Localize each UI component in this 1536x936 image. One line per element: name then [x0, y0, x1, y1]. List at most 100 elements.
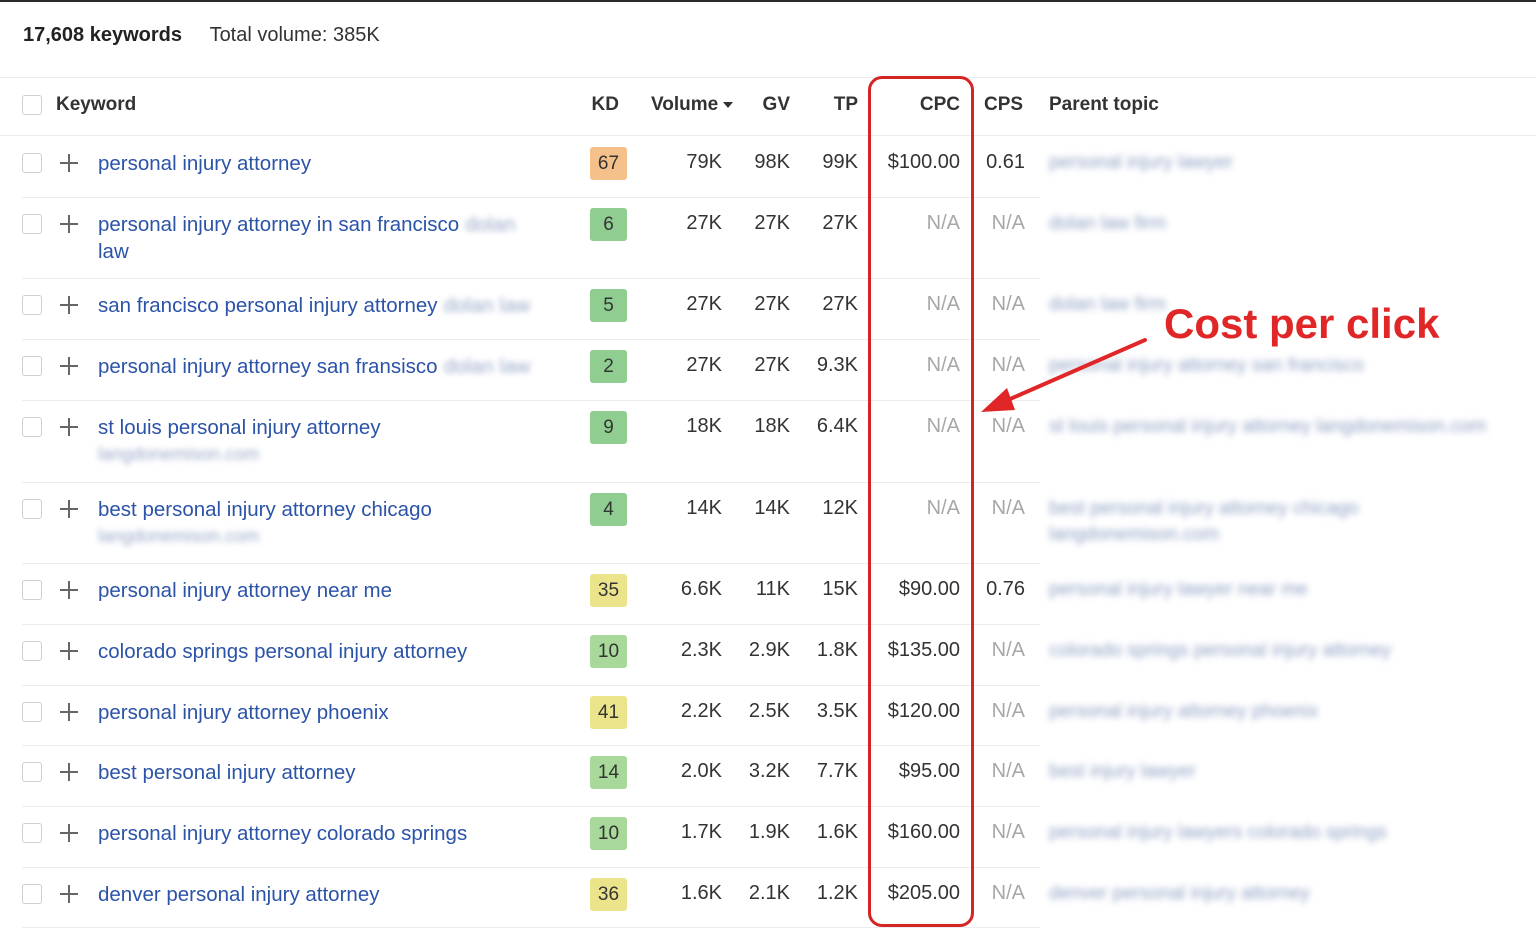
- keyword-text[interactable]: personal injury attorney in san francisc…: [98, 213, 459, 236]
- keyword-link[interactable]: colorado springs personal injury attorne…: [98, 638, 548, 665]
- tp-value: 9.3K: [816, 354, 858, 376]
- row-checkbox[interactable]: [22, 214, 42, 234]
- keyword-text[interactable]: best personal injury attorney chicago: [98, 498, 432, 521]
- parent-topic-link[interactable]: personal injury lawyer near me: [1049, 577, 1519, 603]
- volume-value: 27K: [686, 354, 722, 376]
- annotation-arrow-icon: [981, 338, 1147, 412]
- parent-topic-link[interactable]: personal injury attorney phoenix: [1049, 699, 1519, 725]
- keyword-link[interactable]: best personal injury attorney: [98, 759, 548, 786]
- top-border: [0, 0, 1536, 2]
- add-keyword-icon[interactable]: [59, 499, 79, 519]
- keyword-count: 17,608 keywords: [23, 24, 182, 46]
- cps-value: 0.61: [986, 151, 1025, 173]
- row-checkbox[interactable]: [22, 580, 42, 600]
- results-summary: 17,608 keywords Total volume: 385K: [23, 24, 380, 47]
- kd-badge: 35: [590, 574, 627, 607]
- keyword-text[interactable]: san francisco personal injury attorney: [98, 294, 438, 317]
- gv-value: 27K: [754, 293, 790, 315]
- keyword-text[interactable]: personal injury attorney phoenix: [98, 701, 389, 724]
- add-keyword-icon[interactable]: [59, 356, 79, 376]
- parent-topic-link[interactable]: personal injury lawyer: [1049, 150, 1519, 176]
- keyword-link[interactable]: personal injury attorney san fransisco do…: [98, 353, 548, 380]
- keyword-link[interactable]: denver personal injury attorney: [98, 881, 548, 908]
- keyword-link[interactable]: personal injury attorney near me: [98, 577, 548, 604]
- parent-topic-link[interactable]: colorado springs personal injury attorne…: [1049, 638, 1519, 664]
- volume-value: 2.0K: [680, 760, 722, 782]
- gv-value: 27K: [754, 212, 790, 234]
- parent-topic-link[interactable]: dolan law firm: [1049, 211, 1519, 237]
- total-volume: Total volume: 385K: [209, 24, 380, 46]
- tp-value: 1.2K: [816, 882, 858, 904]
- column-header-tp[interactable]: TP: [808, 94, 858, 116]
- gv-value: 98K: [754, 151, 790, 173]
- row-checkbox[interactable]: [22, 762, 42, 782]
- column-header-kd[interactable]: KD: [574, 94, 619, 116]
- add-keyword-icon[interactable]: [59, 417, 79, 437]
- volume-value: 27K: [686, 293, 722, 315]
- keyword-link[interactable]: personal injury attorney in san francisc…: [98, 211, 548, 265]
- add-keyword-icon[interactable]: [59, 823, 79, 843]
- keyword-text[interactable]: personal injury attorney san fransisco: [98, 355, 438, 378]
- row-divider: [22, 927, 1040, 928]
- select-all-checkbox[interactable]: [22, 95, 42, 115]
- cps-value: N/A: [991, 497, 1025, 519]
- keyword-link[interactable]: personal injury attorney colorado spring…: [98, 820, 548, 847]
- column-header-volume[interactable]: Volume: [651, 94, 734, 116]
- add-keyword-icon[interactable]: [59, 295, 79, 315]
- kd-badge: 36: [590, 878, 627, 911]
- keyword-link[interactable]: personal injury attorney phoenix: [98, 699, 548, 726]
- parent-topic-link[interactable]: best personal injury attorney chicago la…: [1049, 496, 1409, 548]
- row-checkbox[interactable]: [22, 499, 42, 519]
- keyword-text[interactable]: personal injury attorney colorado spring…: [98, 822, 467, 845]
- parent-topic-link[interactable]: denver personal injury attorney: [1049, 881, 1519, 907]
- column-header-cps[interactable]: CPS: [984, 94, 1023, 116]
- keyword-text[interactable]: best personal injury attorney: [98, 761, 356, 784]
- kd-badge: 41: [590, 696, 627, 729]
- keyword-link[interactable]: best personal injury attorney chicago lan…: [98, 496, 548, 550]
- row-checkbox[interactable]: [22, 823, 42, 843]
- row-checkbox[interactable]: [22, 356, 42, 376]
- add-keyword-icon[interactable]: [59, 641, 79, 661]
- column-header-keyword[interactable]: Keyword: [56, 94, 136, 116]
- annotation-label: Cost per click: [1164, 300, 1440, 347]
- add-keyword-icon[interactable]: [59, 884, 79, 904]
- keyword-text[interactable]: denver personal injury attorney: [98, 883, 379, 906]
- column-header-gv[interactable]: GV: [740, 94, 790, 116]
- row-checkbox[interactable]: [22, 702, 42, 722]
- cps-value: N/A: [991, 760, 1025, 782]
- volume-value: 2.3K: [680, 639, 722, 661]
- keyword-text[interactable]: colorado springs personal injury attorne…: [98, 640, 467, 663]
- keyword-link[interactable]: st louis personal injury attorney langdon…: [98, 414, 548, 468]
- add-keyword-icon[interactable]: [59, 153, 79, 173]
- kd-badge: 4: [590, 493, 627, 526]
- add-keyword-icon[interactable]: [59, 762, 79, 782]
- keyword-text[interactable]: personal injury attorney near me: [98, 579, 392, 602]
- add-keyword-icon[interactable]: [59, 580, 79, 600]
- kd-badge: 9: [590, 411, 627, 444]
- keyword-text[interactable]: st louis personal injury attorney: [98, 416, 381, 439]
- keyword-text[interactable]: personal injury attorney: [98, 152, 311, 175]
- kd-badge: 10: [590, 817, 627, 850]
- gv-value: 2.5K: [748, 700, 790, 722]
- cps-value: N/A: [991, 821, 1025, 843]
- row-checkbox[interactable]: [22, 295, 42, 315]
- keyword-link[interactable]: personal injury attorney: [98, 150, 548, 177]
- row-checkbox[interactable]: [22, 641, 42, 661]
- column-header-parent-topic[interactable]: Parent topic: [1049, 94, 1159, 116]
- parent-topic-link[interactable]: dolan law firm: [1049, 292, 1169, 318]
- tp-value: 15K: [822, 578, 858, 600]
- cps-value: N/A: [991, 700, 1025, 722]
- row-checkbox[interactable]: [22, 153, 42, 173]
- volume-value: 6.6K: [680, 578, 722, 600]
- kd-badge: 5: [590, 289, 627, 322]
- gv-value: 1.9K: [748, 821, 790, 843]
- tp-value: 99K: [822, 151, 858, 173]
- row-checkbox[interactable]: [22, 884, 42, 904]
- tp-value: 7.7K: [816, 760, 858, 782]
- row-checkbox[interactable]: [22, 417, 42, 437]
- add-keyword-icon[interactable]: [59, 214, 79, 234]
- parent-topic-link[interactable]: best injury lawyer: [1049, 759, 1519, 785]
- keyword-link[interactable]: san francisco personal injury attorney do…: [98, 292, 548, 319]
- parent-topic-link[interactable]: personal injury lawyers colorado springs: [1049, 820, 1519, 846]
- add-keyword-icon[interactable]: [59, 702, 79, 722]
